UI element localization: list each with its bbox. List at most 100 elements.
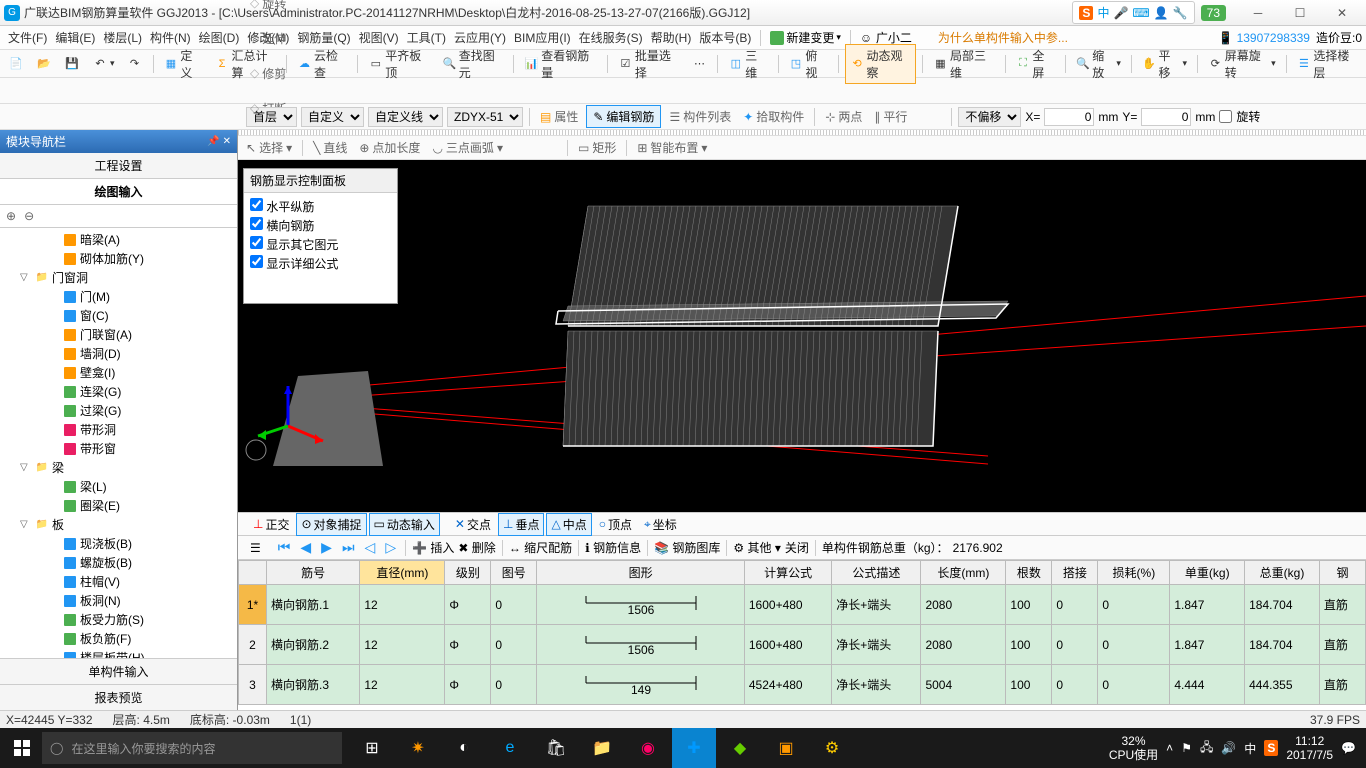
app1-icon[interactable]: ✷: [396, 728, 440, 768]
code-select[interactable]: ZDYX-51: [447, 107, 523, 127]
grid-cell[interactable]: 100: [1006, 665, 1052, 705]
minimize-button[interactable]: ─: [1238, 3, 1278, 23]
search-box[interactable]: ◯在这里输入你要搜索的内容: [42, 732, 342, 764]
pin-icon[interactable]: 📌 ✕: [207, 136, 231, 147]
findrebar-button[interactable]: 📊查看钢筋量: [520, 45, 601, 83]
save-icon[interactable]: 💾: [60, 54, 84, 74]
complist-button[interactable]: ☰构件列表: [665, 106, 735, 127]
col-header[interactable]: 级别: [445, 561, 491, 585]
col-header[interactable]: 损耗(%): [1098, 561, 1170, 585]
info-button[interactable]: ℹ 钢筋信息: [585, 539, 641, 556]
app4-icon[interactable]: ✚: [672, 728, 716, 768]
grid-cell[interactable]: 12: [360, 665, 445, 705]
grid-cell[interactable]: 4.444: [1170, 665, 1245, 705]
arc3-button[interactable]: ◡ 三点画弧 ▾: [428, 137, 507, 158]
findel-button[interactable]: 🔍查找图元: [438, 45, 508, 83]
grid-cell[interactable]: 0: [491, 625, 537, 665]
col-header[interactable]: 长度(mm): [921, 561, 1006, 585]
grid-cell[interactable]: 0: [1052, 625, 1098, 665]
app6-icon[interactable]: ▣: [764, 728, 808, 768]
col-header[interactable]: 图号: [491, 561, 537, 585]
grid-cell[interactable]: 0: [491, 665, 537, 705]
batchsel-button[interactable]: ☑批量选择: [614, 45, 684, 83]
tray-vol-icon[interactable]: 🔊: [1221, 741, 1236, 755]
cpu-meter[interactable]: 32%CPU使用: [1109, 734, 1158, 763]
new-icon[interactable]: 📄: [4, 54, 28, 74]
tray-ime[interactable]: 中: [1244, 740, 1256, 757]
start-button[interactable]: [2, 728, 42, 768]
menu-item[interactable]: 楼层(L): [99, 29, 146, 47]
tree-item[interactable]: ▽📁门窗洞: [2, 268, 235, 287]
offset-select[interactable]: 不偏移: [958, 107, 1021, 127]
col-header[interactable]: 计算公式: [744, 561, 831, 585]
account-phone[interactable]: 📱 13907298339: [1218, 31, 1310, 45]
taskview-icon[interactable]: ⊞: [350, 728, 394, 768]
selfloor-button[interactable]: ☰选择楼层: [1293, 45, 1363, 83]
ortho-button[interactable]: ⊥正交: [248, 513, 294, 536]
close-panel-button[interactable]: 关闭: [785, 539, 809, 556]
display-option[interactable]: 水平纵筋: [250, 197, 391, 216]
line-button[interactable]: ╲ 直线: [309, 137, 351, 158]
tray-sogou[interactable]: S: [1264, 740, 1278, 756]
grid-cell[interactable]: 净长+端头: [832, 665, 921, 705]
grid-cell[interactable]: Φ: [445, 585, 491, 625]
grid-cell[interactable]: Φ: [445, 665, 491, 705]
col-header[interactable]: 公式描述: [832, 561, 921, 585]
next-button[interactable]: ▶: [318, 539, 335, 556]
editrebar-button[interactable]: ✎编辑钢筋: [586, 105, 661, 128]
store-icon[interactable]: 🛍: [534, 728, 578, 768]
birdview-button[interactable]: ◳俯视: [785, 45, 832, 83]
grid-cell[interactable]: 1.847: [1170, 585, 1245, 625]
grid-cell[interactable]: 149: [537, 665, 745, 705]
more-icon[interactable]: ⋯: [687, 54, 711, 74]
grid-cell[interactable]: 0: [1098, 665, 1170, 705]
grid-cell[interactable]: 直筋: [1319, 625, 1365, 665]
category-select[interactable]: 自定义: [301, 107, 364, 127]
grid-cell[interactable]: 横向钢筋.3: [267, 665, 360, 705]
tree-item[interactable]: 砌体加筋(Y): [2, 249, 235, 268]
apex-button[interactable]: ○顶点: [594, 513, 637, 536]
grid-cell[interactable]: 0: [1098, 625, 1170, 665]
edge-icon[interactable]: e: [488, 728, 532, 768]
last-button[interactable]: ⏭: [339, 539, 358, 556]
delete-button[interactable]: ✖ 删除: [458, 539, 495, 556]
grid-cell[interactable]: 直筋: [1319, 585, 1365, 625]
grid-cell[interactable]: 2080: [921, 585, 1006, 625]
collapse-icon[interactable]: ☰: [250, 541, 261, 555]
tray-up-icon[interactable]: ˄: [1166, 741, 1173, 755]
maximize-button[interactable]: ☐: [1280, 3, 1320, 23]
app5-icon[interactable]: ◆: [718, 728, 762, 768]
undo-icon[interactable]: ↶▾: [88, 54, 119, 74]
left-button[interactable]: ◁: [362, 539, 379, 556]
app3-icon[interactable]: ◉: [626, 728, 670, 768]
objsnap-button[interactable]: ⊙对象捕捉: [296, 513, 366, 536]
grid-cell[interactable]: 净长+端头: [832, 585, 921, 625]
tree-item[interactable]: 暗梁(A): [2, 230, 235, 249]
grid-cell[interactable]: 12: [360, 625, 445, 665]
tree-item[interactable]: 连梁(G): [2, 382, 235, 401]
footpt-button[interactable]: ⌖坐标: [639, 513, 682, 536]
mid-button[interactable]: △中点: [546, 513, 591, 536]
grid-cell[interactable]: 0: [1098, 585, 1170, 625]
folder-icon[interactable]: 📁: [580, 728, 624, 768]
clock[interactable]: 11:122017/7/5: [1286, 734, 1333, 763]
tree-item[interactable]: ▽📁梁: [2, 458, 235, 477]
zoom-button[interactable]: 🔍缩放▾: [1072, 45, 1125, 83]
grid-cell[interactable]: 1600+480: [744, 625, 831, 665]
scale-button[interactable]: ↔ 缩尺配筋: [509, 539, 572, 556]
grid-cell[interactable]: 100: [1006, 585, 1052, 625]
lib-button[interactable]: 📚 钢筋图库: [654, 539, 720, 556]
twopoint-button[interactable]: ⊹两点: [821, 106, 866, 127]
component-tree[interactable]: 暗梁(A)砌体加筋(Y)▽📁门窗洞门(M)窗(C)门联窗(A)墙洞(D)壁龛(I…: [0, 228, 237, 658]
fullscreen-button[interactable]: ⛶全屏: [1012, 45, 1059, 83]
tree-item[interactable]: 过梁(G): [2, 401, 235, 420]
screenrot-button[interactable]: ⟳屏幕旋转▾: [1204, 45, 1280, 83]
intersect-button[interactable]: ✕交点: [450, 513, 496, 536]
rotate-check[interactable]: [1219, 110, 1232, 123]
edit-op[interactable]: ◇ 旋转: [246, 0, 314, 14]
col-header[interactable]: 总重(kg): [1245, 561, 1320, 585]
rect-button[interactable]: ▭ 矩形: [574, 137, 620, 158]
tree-item[interactable]: ▽📁板: [2, 515, 235, 534]
tree-item[interactable]: 圈梁(E): [2, 496, 235, 515]
pickcomp-button[interactable]: ✦拾取构件: [739, 106, 808, 127]
